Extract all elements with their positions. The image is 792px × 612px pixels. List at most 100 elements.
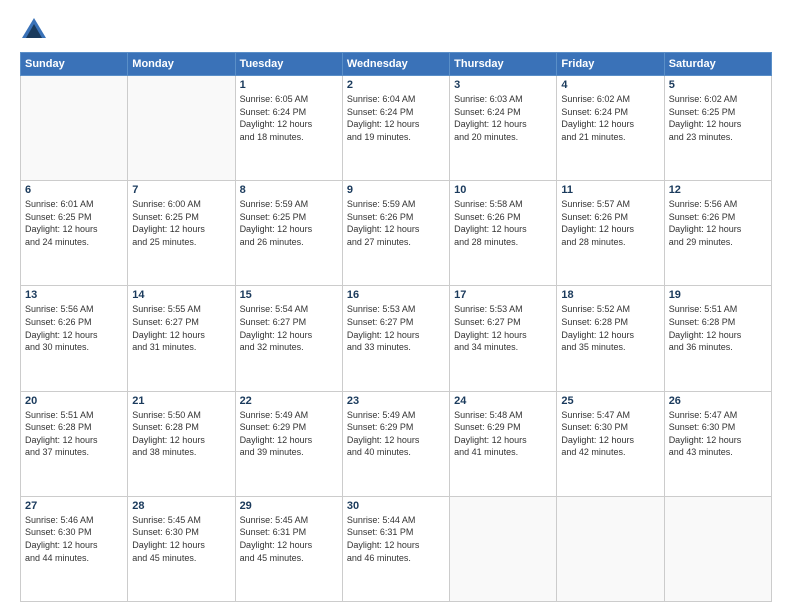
day-number: 9 [347,184,445,196]
day-info: Sunrise: 5:49 AM Sunset: 6:29 PM Dayligh… [347,409,445,459]
calendar-cell: 30 Sunrise: 5:44 AM Sunset: 6:31 PM Dayli… [342,496,449,601]
calendar-cell [557,496,664,601]
calendar-week-1: 6 Sunrise: 6:01 AM Sunset: 6:25 PM Daylig… [21,181,772,286]
calendar-cell [664,496,771,601]
calendar-cell: 12 Sunrise: 5:56 AM Sunset: 6:26 PM Dayli… [664,181,771,286]
day-number: 25 [561,395,659,407]
day-info: Sunrise: 5:56 AM Sunset: 6:26 PM Dayligh… [669,198,767,248]
calendar-cell: 24Sunrise: 5:48 AM Sunset: 6:29 PM Dayli… [450,391,557,496]
calendar-cell: 8 Sunrise: 5:59 AM Sunset: 6:25 PM Daylig… [235,181,342,286]
calendar-cell [21,76,128,181]
day-info: Sunrise: 5:50 AM Sunset: 6:28 PM Dayligh… [132,409,230,459]
calendar-cell: 5Sunrise: 6:02 AM Sunset: 6:25 PM Daylig… [664,76,771,181]
day-number: 18 [561,289,659,301]
calendar-cell: 17Sunrise: 5:53 AM Sunset: 6:27 PM Dayli… [450,286,557,391]
calendar-week-0: 1 Sunrise: 6:05 AM Sunset: 6:24 PM Daylig… [21,76,772,181]
day-info: Sunrise: 5:48 AM Sunset: 6:29 PM Dayligh… [454,409,552,459]
calendar: SundayMondayTuesdayWednesdayThursdayFrid… [20,52,772,602]
calendar-cell: 23 Sunrise: 5:49 AM Sunset: 6:29 PM Dayli… [342,391,449,496]
calendar-cell: 25 Sunrise: 5:47 AM Sunset: 6:30 PM Dayli… [557,391,664,496]
day-info: Sunrise: 6:04 AM Sunset: 6:24 PM Dayligh… [347,93,445,143]
day-info: Sunrise: 5:55 AM Sunset: 6:27 PM Dayligh… [132,303,230,353]
page: SundayMondayTuesdayWednesdayThursdayFrid… [0,0,792,612]
calendar-cell: 28Sunrise: 5:45 AM Sunset: 6:30 PM Dayli… [128,496,235,601]
day-number: 13 [25,289,123,301]
calendar-cell: 27 Sunrise: 5:46 AM Sunset: 6:30 PM Dayli… [21,496,128,601]
calendar-cell: 1 Sunrise: 6:05 AM Sunset: 6:24 PM Daylig… [235,76,342,181]
day-info: Sunrise: 5:45 AM Sunset: 6:31 PM Dayligh… [240,514,338,564]
day-number: 29 [240,500,338,512]
calendar-cell: 13 Sunrise: 5:56 AM Sunset: 6:26 PM Dayli… [21,286,128,391]
calendar-header-row: SundayMondayTuesdayWednesdayThursdayFrid… [21,53,772,76]
calendar-cell: 20 Sunrise: 5:51 AM Sunset: 6:28 PM Dayli… [21,391,128,496]
day-number: 7 [132,184,230,196]
day-info: Sunrise: 5:45 AM Sunset: 6:30 PM Dayligh… [132,514,230,564]
calendar-header-saturday: Saturday [664,53,771,76]
calendar-cell: 10 Sunrise: 5:58 AM Sunset: 6:26 PM Dayli… [450,181,557,286]
day-number: 6 [25,184,123,196]
day-number: 23 [347,395,445,407]
day-info: Sunrise: 6:00 AM Sunset: 6:25 PM Dayligh… [132,198,230,248]
day-info: Sunrise: 5:47 AM Sunset: 6:30 PM Dayligh… [561,409,659,459]
calendar-cell [450,496,557,601]
day-info: Sunrise: 5:44 AM Sunset: 6:31 PM Dayligh… [347,514,445,564]
calendar-cell: 4 Sunrise: 6:02 AM Sunset: 6:24 PM Daylig… [557,76,664,181]
calendar-week-2: 13 Sunrise: 5:56 AM Sunset: 6:26 PM Dayli… [21,286,772,391]
calendar-week-4: 27 Sunrise: 5:46 AM Sunset: 6:30 PM Dayli… [21,496,772,601]
calendar-cell: 15 Sunrise: 5:54 AM Sunset: 6:27 PM Dayli… [235,286,342,391]
day-info: Sunrise: 5:59 AM Sunset: 6:26 PM Dayligh… [347,198,445,248]
calendar-cell [128,76,235,181]
calendar-cell: 26 Sunrise: 5:47 AM Sunset: 6:30 PM Dayli… [664,391,771,496]
day-number: 20 [25,395,123,407]
day-info: Sunrise: 5:53 AM Sunset: 6:27 PM Dayligh… [454,303,552,353]
day-info: Sunrise: 5:58 AM Sunset: 6:26 PM Dayligh… [454,198,552,248]
day-number: 10 [454,184,552,196]
day-number: 12 [669,184,767,196]
day-info: Sunrise: 5:49 AM Sunset: 6:29 PM Dayligh… [240,409,338,459]
calendar-header-friday: Friday [557,53,664,76]
day-number: 14 [132,289,230,301]
logo-icon [20,16,48,44]
calendar-cell: 7 Sunrise: 6:00 AM Sunset: 6:25 PM Daylig… [128,181,235,286]
day-info: Sunrise: 6:01 AM Sunset: 6:25 PM Dayligh… [25,198,123,248]
day-number: 27 [25,500,123,512]
calendar-cell: 6 Sunrise: 6:01 AM Sunset: 6:25 PM Daylig… [21,181,128,286]
day-number: 30 [347,500,445,512]
calendar-header-tuesday: Tuesday [235,53,342,76]
day-number: 26 [669,395,767,407]
day-info: Sunrise: 5:57 AM Sunset: 6:26 PM Dayligh… [561,198,659,248]
day-info: Sunrise: 6:02 AM Sunset: 6:24 PM Dayligh… [561,93,659,143]
calendar-header-thursday: Thursday [450,53,557,76]
day-number: 2 [347,79,445,91]
day-number: 15 [240,289,338,301]
day-info: Sunrise: 5:56 AM Sunset: 6:26 PM Dayligh… [25,303,123,353]
calendar-header-monday: Monday [128,53,235,76]
calendar-cell: 2 Sunrise: 6:04 AM Sunset: 6:24 PM Daylig… [342,76,449,181]
day-number: 3 [454,79,552,91]
logo [20,16,52,44]
day-number: 4 [561,79,659,91]
day-info: Sunrise: 6:05 AM Sunset: 6:24 PM Dayligh… [240,93,338,143]
calendar-cell: 16 Sunrise: 5:53 AM Sunset: 6:27 PM Dayli… [342,286,449,391]
day-number: 22 [240,395,338,407]
day-number: 19 [669,289,767,301]
day-info: Sunrise: 5:54 AM Sunset: 6:27 PM Dayligh… [240,303,338,353]
day-number: 8 [240,184,338,196]
day-number: 21 [132,395,230,407]
day-info: Sunrise: 5:51 AM Sunset: 6:28 PM Dayligh… [25,409,123,459]
calendar-cell: 9 Sunrise: 5:59 AM Sunset: 6:26 PM Daylig… [342,181,449,286]
day-info: Sunrise: 5:46 AM Sunset: 6:30 PM Dayligh… [25,514,123,564]
calendar-cell: 14 Sunrise: 5:55 AM Sunset: 6:27 PM Dayli… [128,286,235,391]
calendar-cell: 19Sunrise: 5:51 AM Sunset: 6:28 PM Dayli… [664,286,771,391]
day-number: 16 [347,289,445,301]
day-info: Sunrise: 5:47 AM Sunset: 6:30 PM Dayligh… [669,409,767,459]
calendar-week-3: 20 Sunrise: 5:51 AM Sunset: 6:28 PM Dayli… [21,391,772,496]
calendar-cell: 11Sunrise: 5:57 AM Sunset: 6:26 PM Dayli… [557,181,664,286]
calendar-cell: 18 Sunrise: 5:52 AM Sunset: 6:28 PM Dayli… [557,286,664,391]
day-info: Sunrise: 6:03 AM Sunset: 6:24 PM Dayligh… [454,93,552,143]
day-info: Sunrise: 5:53 AM Sunset: 6:27 PM Dayligh… [347,303,445,353]
day-info: Sunrise: 5:59 AM Sunset: 6:25 PM Dayligh… [240,198,338,248]
calendar-cell: 3 Sunrise: 6:03 AM Sunset: 6:24 PM Daylig… [450,76,557,181]
day-info: Sunrise: 5:52 AM Sunset: 6:28 PM Dayligh… [561,303,659,353]
day-number: 1 [240,79,338,91]
